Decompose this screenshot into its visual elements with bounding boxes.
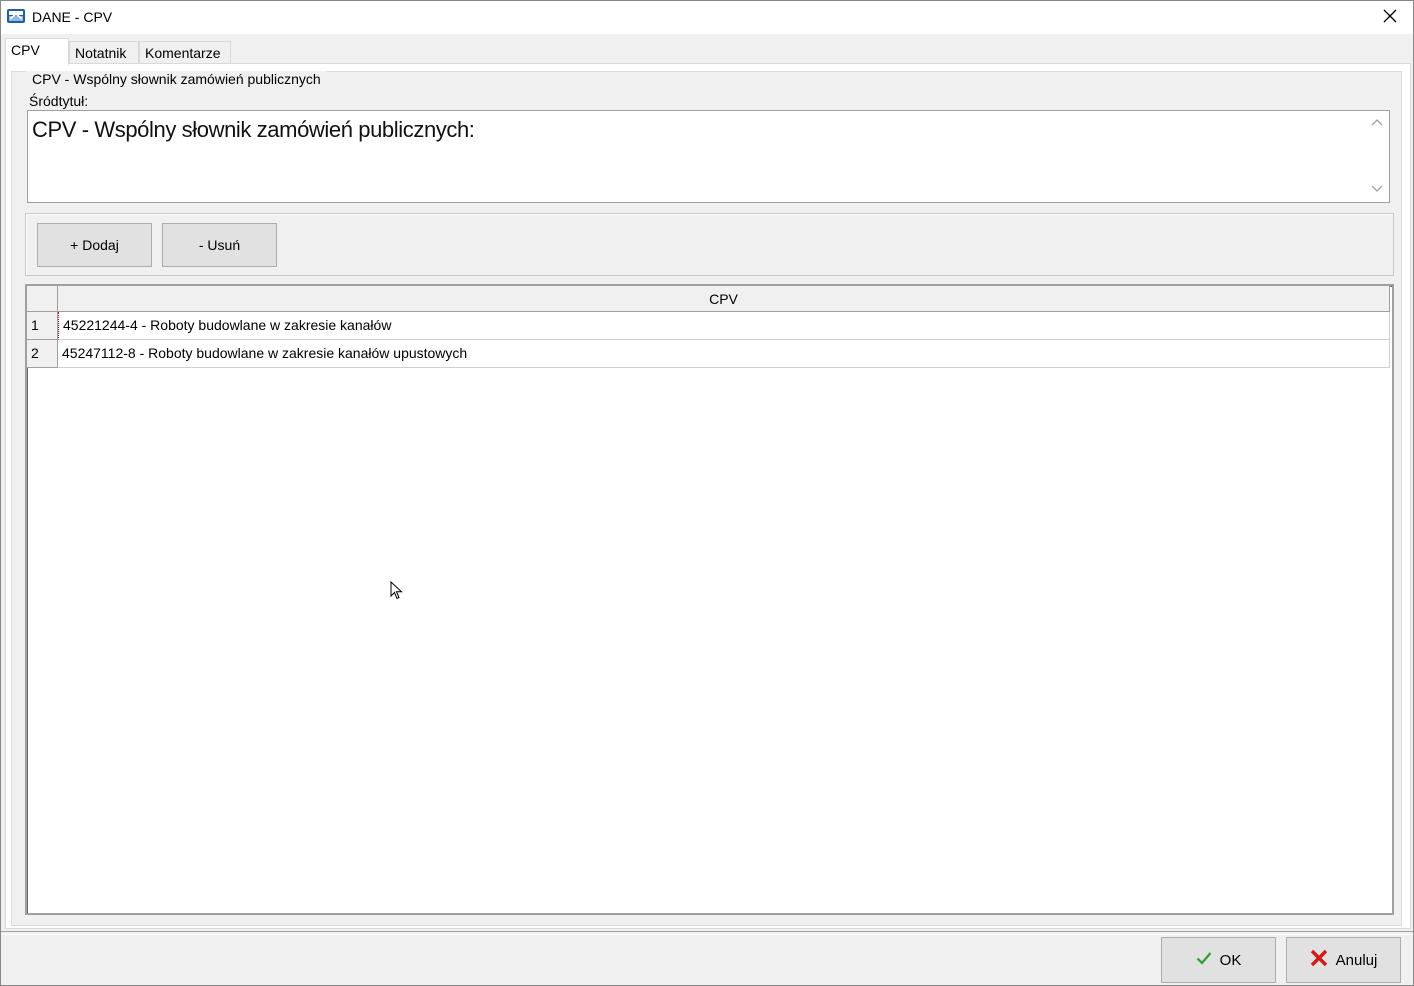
- tab-komentarze[interactable]: Komentarze: [139, 41, 231, 63]
- groupbox-legend: CPV - Wspólny słownik zamówień publiczny…: [26, 71, 327, 87]
- table-row[interactable]: 1 45221244-4 - Roboty budowlane w zakres…: [27, 312, 1390, 340]
- title-bar: DANE - CPV: [1, 1, 1413, 34]
- footer-separator: [1, 931, 1413, 935]
- cpv-grid[interactable]: CPV 1 45221244-4 - Roboty budowlane w za…: [25, 284, 1394, 915]
- x-icon: [1310, 949, 1328, 971]
- grid-column-header[interactable]: CPV: [58, 286, 1390, 312]
- row-number: 1: [27, 312, 58, 340]
- close-button[interactable]: [1367, 1, 1413, 34]
- app-icon: [6, 7, 26, 25]
- tab-strip: CPV Notatnik Komentarze: [5, 38, 1413, 65]
- checkmark-icon: [1196, 951, 1212, 969]
- subtitle-memo[interactable]: CPV - Wspólny słownik zamówień publiczny…: [27, 110, 1390, 203]
- ok-label: OK: [1219, 951, 1242, 969]
- remove-button[interactable]: - Usuń: [162, 223, 277, 267]
- table-cell[interactable]: 45221244-4 - Roboty budowlane w zakresie…: [58, 312, 1390, 340]
- tab-notatnik[interactable]: Notatnik: [69, 41, 139, 63]
- subtitle-label: Śródtytuł:: [29, 93, 89, 109]
- row-number: 2: [27, 340, 58, 368]
- cancel-button[interactable]: Anuluj: [1286, 937, 1401, 983]
- subtitle-memo-text: CPV - Wspólny słownik zamówień publiczny…: [32, 117, 475, 142]
- scroll-up-icon[interactable]: [1371, 117, 1383, 129]
- ok-button[interactable]: OK: [1161, 937, 1276, 983]
- cancel-label: Anuluj: [1335, 951, 1378, 969]
- dialog-window: DANE - CPV CPV Notatnik Komentarze CPV -…: [0, 0, 1414, 986]
- scroll-down-icon[interactable]: [1371, 184, 1383, 196]
- grid-toolbar: + Dodaj - Usuń: [25, 213, 1394, 276]
- add-button[interactable]: + Dodaj: [37, 223, 152, 267]
- window-title: DANE - CPV: [32, 9, 113, 25]
- grid-corner: [27, 286, 58, 312]
- close-icon: [1383, 9, 1397, 26]
- mouse-cursor-icon: [390, 580, 404, 601]
- table-row[interactable]: 2 45247112-8 - Roboty budowlane w zakres…: [27, 340, 1390, 368]
- tab-panel-cpv: CPV - Wspólny słownik zamówień publiczny…: [5, 63, 1411, 929]
- table-cell[interactable]: 45247112-8 - Roboty budowlane w zakresie…: [58, 340, 1390, 368]
- tab-cpv[interactable]: CPV: [5, 38, 69, 65]
